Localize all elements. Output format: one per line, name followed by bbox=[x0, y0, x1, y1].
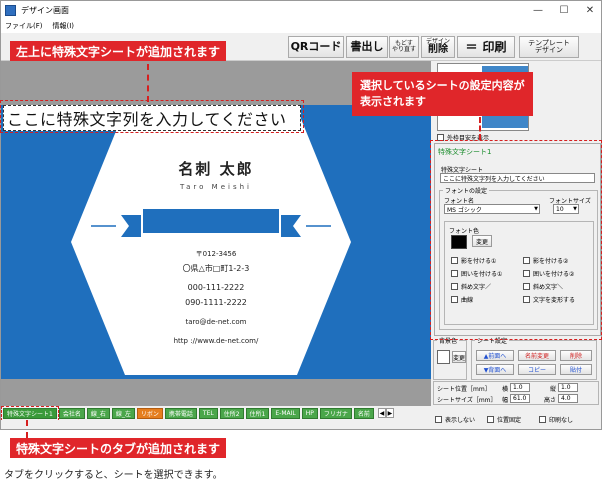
callout-right: 選択しているシートの設定内容が 表示されます bbox=[352, 72, 533, 116]
title-bar: デザイン画面 — ☐ ✕ bbox=[1, 1, 601, 19]
delete-design-bottom: 削除 bbox=[428, 43, 448, 55]
send-back-button[interactable]: ▼背面へ bbox=[476, 364, 514, 375]
tab-tel[interactable]: TEL bbox=[198, 407, 218, 419]
tab-special-text-sheet-1[interactable]: 特殊文字シート1 bbox=[1, 406, 59, 420]
menu-info[interactable]: 情報(I) bbox=[53, 21, 75, 31]
hide-label: 表示しない bbox=[445, 417, 476, 424]
width-label: 幅 bbox=[502, 397, 509, 404]
background-color-group: 背景色 変更 bbox=[433, 336, 467, 380]
tab-address-2[interactable]: 住所2 bbox=[219, 407, 244, 419]
tab-email[interactable]: E-MAIL bbox=[271, 407, 300, 419]
no-print-label: 印刷なし bbox=[549, 417, 574, 424]
card-name: 名刺 太郎 bbox=[178, 160, 254, 178]
special-text-highlight bbox=[0, 100, 304, 133]
card-postal: 〒012-3456 bbox=[195, 250, 237, 258]
y-label: 縦 bbox=[550, 386, 557, 393]
callout-top-left: 左上に特殊文字シートが追加されます bbox=[10, 41, 227, 61]
bg-color-change-button[interactable]: 変更 bbox=[452, 351, 466, 363]
delete-sheet-button[interactable]: 削除 bbox=[560, 350, 592, 361]
card-mobile: 090-1111-2222 bbox=[185, 298, 247, 307]
paste-button[interactable]: 貼付 bbox=[560, 364, 592, 375]
hexagon-shape bbox=[71, 109, 351, 375]
tab-scroll: ◀ ▶ bbox=[377, 408, 394, 418]
window-controls: — ☐ ✕ bbox=[525, 1, 601, 19]
ribbon-band bbox=[143, 209, 279, 233]
template-bottom: デザイン bbox=[535, 46, 563, 54]
sheet-position-label: シート位置［mm］ bbox=[437, 386, 491, 393]
height-label: 高さ bbox=[544, 397, 557, 404]
sheet-tabs: 特殊文字シート1 会社名 線_右 線_左 リボン 携帯電話 TEL 住所2 住所… bbox=[1, 406, 431, 420]
print-icon: ＝ bbox=[465, 39, 478, 54]
width-input[interactable]: 61.0 bbox=[510, 394, 530, 403]
card-romaji: Taro Meishi bbox=[180, 183, 252, 191]
redo-label: やり直す bbox=[391, 46, 416, 53]
menu-bar: ファイル(F) 情報(I) bbox=[1, 19, 601, 33]
menu-file[interactable]: ファイル(F) bbox=[5, 21, 43, 31]
sheet-geometry-group: シート位置［mm］ シートサイズ［mm］ 横 1.0 縦 1.0 幅 61.0 … bbox=[433, 381, 599, 405]
card-email: taro@de-net.com bbox=[185, 318, 247, 326]
tab-hp[interactable]: HP bbox=[301, 407, 318, 419]
checkbox-box[interactable] bbox=[539, 416, 546, 423]
close-button[interactable]: ✕ bbox=[577, 1, 601, 19]
tab-line-right[interactable]: 線_右 bbox=[86, 407, 110, 419]
position-x-input[interactable]: 1.0 bbox=[510, 383, 530, 392]
app-icon bbox=[5, 4, 16, 16]
checkbox-box[interactable] bbox=[435, 416, 442, 423]
x-label: 横 bbox=[502, 386, 509, 393]
callout-top-left-connector bbox=[147, 64, 149, 102]
sheet-lower-controls: 背景色 変更 シート設定 ▲前面へ 名前変更 削除 ▼背面へ コピー 貼付 bbox=[431, 336, 601, 385]
maximize-button[interactable]: ☐ bbox=[551, 1, 577, 19]
callout-right-connector bbox=[479, 117, 481, 140]
card-tel: 000-111-2222 bbox=[187, 283, 245, 292]
bring-front-button[interactable]: ▲前面へ bbox=[476, 350, 514, 361]
tab-mobile[interactable]: 携帯電話 bbox=[164, 407, 197, 419]
tab-address-1[interactable]: 住所1 bbox=[245, 407, 270, 419]
tab-company-name[interactable]: 会社名 bbox=[58, 407, 85, 419]
scroll-left-icon[interactable]: ◀ bbox=[377, 408, 386, 418]
callout-bottom-connector bbox=[26, 420, 28, 438]
tab-line-left[interactable]: 線_左 bbox=[111, 407, 135, 419]
business-card: 名刺 太郎 Taro Meishi 〒012-3456 〇県△市□町1-2-3 … bbox=[1, 105, 431, 379]
settings-highlight bbox=[430, 140, 602, 340]
position-y-input[interactable]: 1.0 bbox=[558, 383, 578, 392]
hide-checkbox[interactable]: 表示しない bbox=[435, 415, 475, 424]
template-design-button[interactable]: テンプレート デザイン bbox=[519, 36, 579, 58]
sheet-size-label: シートサイズ［mm］ bbox=[437, 397, 497, 404]
sheet-visibility-options: 表示しない 位置固定 印刷なし bbox=[431, 415, 601, 427]
print-button[interactable]: ＝ 印刷 bbox=[457, 36, 515, 58]
lock-position-label: 位置固定 bbox=[497, 417, 522, 424]
export-button[interactable]: 書出し bbox=[346, 36, 388, 58]
checkbox-box[interactable] bbox=[487, 416, 494, 423]
scroll-right-icon[interactable]: ▶ bbox=[385, 408, 394, 418]
minimize-button[interactable]: — bbox=[525, 1, 551, 19]
undo-redo-button[interactable]: もどす やり直す bbox=[389, 36, 419, 58]
rename-button[interactable]: 名前変更 bbox=[518, 350, 556, 361]
tab-furigana[interactable]: フリガナ bbox=[319, 407, 352, 419]
qr-code-button[interactable]: QRコード bbox=[288, 36, 344, 58]
caption-text: タブをクリックすると、シートを選択できます。 bbox=[4, 470, 223, 481]
tab-name[interactable]: 名前 bbox=[353, 407, 374, 419]
delete-design-button[interactable]: デザイン 削除 bbox=[421, 36, 455, 58]
card-url: http ://www.de-net.com/ bbox=[173, 337, 259, 345]
callout-bottom: 特殊文字シートのタブが追加されます bbox=[10, 438, 227, 458]
card-address: 〇県△市□町1-2-3 bbox=[182, 264, 250, 273]
lock-position-checkbox[interactable]: 位置固定 bbox=[487, 415, 521, 424]
print-label: 印刷 bbox=[482, 39, 507, 54]
copy-button[interactable]: コピー bbox=[518, 364, 556, 375]
tab-ribbon[interactable]: リボン bbox=[136, 407, 163, 419]
no-print-checkbox[interactable]: 印刷なし bbox=[539, 415, 573, 424]
height-input[interactable]: 4.0 bbox=[558, 394, 578, 403]
bg-color-swatch[interactable] bbox=[437, 350, 450, 364]
window-title: デザイン画面 bbox=[21, 5, 69, 15]
sheet-settings-group: シート設定 ▲前面へ 名前変更 削除 ▼背面へ コピー 貼付 bbox=[471, 336, 597, 380]
